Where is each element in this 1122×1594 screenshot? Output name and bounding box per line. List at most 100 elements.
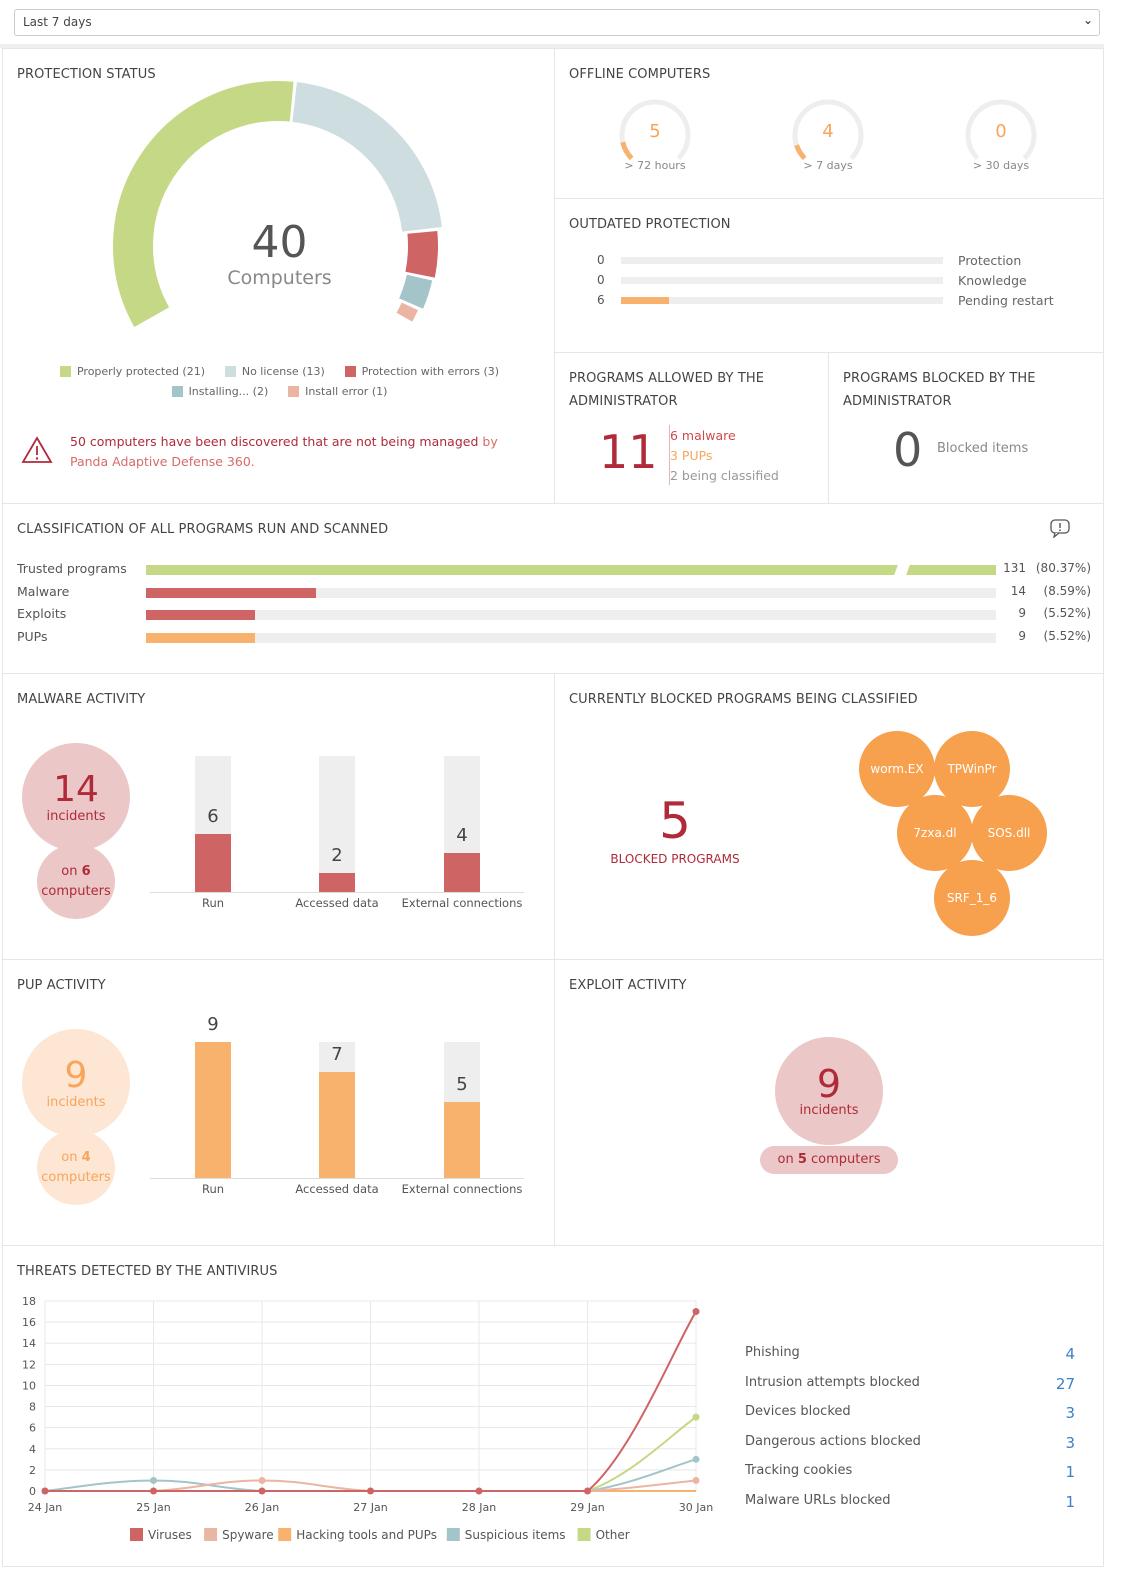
bar-label: Run [201,1182,225,1196]
legend-item[interactable]: Installing... (2) [171,385,268,398]
offline-gauge[interactable]: 5 > 72 hours [595,99,715,179]
stat-value: 27 [1055,1374,1075,1393]
legend-item[interactable]: Spyware [204,1528,274,1542]
data-point[interactable] [692,1476,700,1484]
legend-item[interactable]: No license (13) [224,365,325,378]
legend-item[interactable]: Hacking tools and PUPs [278,1528,437,1542]
activity-bar[interactable] [444,1042,480,1178]
stat-label: Devices blocked [745,1404,851,1419]
activity-bar[interactable] [195,1042,231,1178]
activity-bar[interactable] [319,756,355,892]
programs-allowed-panel[interactable]: PROGRAMS ALLOWED BY THE ADMINISTRATOR 11… [554,352,829,504]
threat-stat[interactable]: Tracking cookies 1 [745,1463,1075,1481]
outdated-bar[interactable] [621,297,943,304]
activity-bar[interactable] [444,756,480,892]
gauge-fill [620,141,634,161]
blocked-classified-panel: CURRENTLY BLOCKED PROGRAMS BEING CLASSIF… [554,673,1104,960]
axis-line [150,892,524,893]
stat-label: Malware URLs blocked [745,1492,891,1508]
y-tick-label: 6 [29,1422,36,1435]
gauge-fill [794,144,807,161]
legend-item[interactable]: Protection with errors (3) [344,365,499,378]
computers-bubble[interactable]: on 6 computers [37,844,115,919]
class-bar[interactable] [146,564,996,576]
date-range-value: Last 7 days [23,15,92,29]
allowed-classifying: 2 being classified [670,468,779,483]
incidents-bubble[interactable]: 9 incidents [22,1029,130,1137]
data-point[interactable] [584,1487,591,1495]
panel-title: EXPLOIT ACTIVITY [569,978,687,993]
data-point[interactable] [475,1487,483,1495]
legend-item[interactable]: Properly protected (21) [59,365,205,378]
data-point[interactable] [367,1487,374,1495]
blocked-program-bubble[interactable]: SOS.dll [971,795,1047,871]
data-point[interactable] [150,1476,157,1484]
panel-title: OFFLINE COMPUTERS [569,67,711,82]
legend-item[interactable]: Install error (1) [288,385,387,398]
bar-label: Accessed data [295,1182,379,1196]
axis-line [150,1178,524,1179]
data-point[interactable] [692,1413,700,1421]
legend-label: Hacking tools and PUPs [296,1528,437,1542]
exploit-computers-pill[interactable]: on 5 computers [760,1146,898,1174]
legend-item[interactable]: Other [577,1528,630,1542]
legend-item[interactable]: Viruses [130,1528,192,1542]
gauge-label: > 7 days [803,159,853,172]
blocked-program-bubble[interactable]: SRF_1_6 [934,860,1010,936]
threats-line-chart[interactable]: 0 2 4 6 8 10 12 14 16 18 24 Jan 25 Jan 26 Jan 27 Jan 2… [0,1290,730,1550]
donut-segment[interactable] [396,302,419,322]
panel-title: MALWARE ACTIVITY [17,692,146,707]
y-tick-label: 8 [29,1401,36,1414]
y-tick-label: 4 [29,1443,36,1456]
data-point[interactable] [692,1308,700,1316]
programs-blocked-panel[interactable]: PROGRAMS BLOCKED BY THE ADMINISTRATOR 0 … [828,352,1104,504]
x-tick-label: 30 Jan [679,1501,713,1514]
threat-stat[interactable]: Dangerous actions blocked 3 [745,1434,1075,1452]
stat-value: 4 [1065,1345,1075,1363]
class-bar[interactable] [146,632,996,643]
panel-title: PROGRAMS BLOCKED BY THE ADMINISTRATOR [843,371,1036,409]
data-point[interactable] [150,1487,157,1495]
chevron-down-icon: ⌄ [1082,13,1093,27]
outdated-bar[interactable] [621,257,943,264]
blocked-program-bubble[interactable]: 7zxa.dl [897,795,973,871]
class-count: 9 [1018,628,1026,643]
blocked-label: Blocked items [937,441,1029,456]
unmanaged-alert-link[interactable]: 50 computers have been discovered that a… [70,432,530,472]
class-pct: (5.52%) [1043,606,1091,620]
data-point[interactable] [692,1455,700,1463]
data-point[interactable] [258,1476,266,1484]
protection-donut-chart[interactable] [3,49,556,369]
panel-title: PUP ACTIVITY [17,978,106,993]
threat-stat[interactable]: Phishing 4 [745,1345,1075,1363]
gauge-value: 4 [822,121,834,142]
outdated-count: 0 [597,273,605,287]
computers-bubble[interactable]: on 4 computers [37,1130,115,1205]
data-point[interactable] [258,1487,266,1495]
exploit-incidents-bubble[interactable]: 9 incidents [775,1037,883,1145]
exploit-incidents-count: 9 [816,1061,842,1106]
offline-gauge[interactable]: 0 > 30 days [941,99,1061,179]
threat-stat[interactable]: Devices blocked 3 [745,1404,1075,1422]
x-tick-label: 29 Jan [570,1501,604,1514]
threat-stat[interactable]: Intrusion attempts blocked 27 [745,1374,1075,1393]
stat-value: 1 [1065,1463,1075,1481]
y-tick-label: 10 [22,1379,36,1392]
data-point[interactable] [41,1487,49,1495]
legend-item[interactable]: Suspicious items [446,1528,566,1542]
date-range-select[interactable]: Last 7 days ⌄ [14,9,1100,36]
incidents-bubble[interactable]: 14 incidents [22,743,130,851]
blocked-count: 0 [893,423,923,477]
offline-gauge[interactable]: 4 > 7 days [768,99,888,179]
class-bar[interactable] [146,587,996,598]
total-computers: 40 [251,217,308,268]
class-pct: (8.59%) [1043,583,1091,598]
info-icon[interactable] [1049,518,1071,538]
y-tick-label: 16 [22,1316,36,1329]
outdated-bar[interactable] [621,277,943,284]
donut-segment[interactable] [291,82,442,233]
y-tick-label: 0 [29,1485,36,1498]
threat-stat[interactable]: Malware URLs blocked 1 [745,1492,1075,1511]
bar-value: 6 [207,805,219,827]
class-bar[interactable] [146,610,996,620]
